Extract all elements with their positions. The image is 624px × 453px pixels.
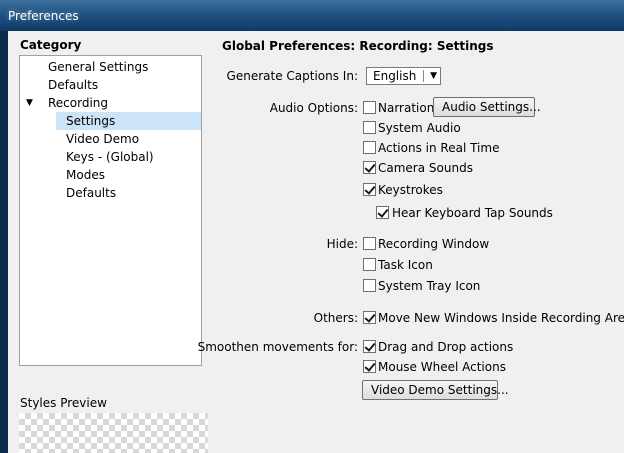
recording-window-label: Recording Window <box>378 237 490 251</box>
captions-language-select[interactable]: English ▼ <box>366 67 441 85</box>
tree-item-video-demo[interactable]: Video Demo <box>66 130 139 148</box>
system-audio-checkbox[interactable] <box>363 121 376 134</box>
task-icon-checkbox[interactable] <box>363 258 376 271</box>
category-tree: General Settings Defaults ▼ Recording Se… <box>19 55 202 366</box>
tree-item-recording[interactable]: Recording <box>48 94 108 112</box>
narration-checkbox[interactable] <box>363 101 376 114</box>
tree-item-recording-defaults[interactable]: Defaults <box>66 184 116 202</box>
move-new-windows-checkbox[interactable] <box>363 311 376 324</box>
select-divider <box>423 70 424 82</box>
tree-item-modes[interactable]: Modes <box>66 166 105 184</box>
title-bar[interactable]: Preferences <box>0 0 624 31</box>
keystrokes-checkbox[interactable] <box>363 183 376 196</box>
video-demo-settings-button[interactable]: Video Demo Settings... <box>362 380 509 400</box>
drag-drop-checkbox[interactable] <box>363 340 376 353</box>
page-heading: Global Preferences: Recording: Settings <box>222 39 494 53</box>
styles-preview-area <box>19 413 208 453</box>
hear-keyboard-tap-checkbox[interactable] <box>376 206 389 219</box>
expand-arrow-icon[interactable]: ▼ <box>26 94 33 112</box>
system-audio-label: System Audio <box>378 121 461 135</box>
audio-settings-button[interactable]: Audio Settings... <box>433 97 541 117</box>
tree-item-recording-settings[interactable]: Settings <box>56 112 201 130</box>
hear-keyboard-tap-label: Hear Keyboard Tap Sounds <box>392 206 553 220</box>
mouse-wheel-checkbox[interactable] <box>363 360 376 373</box>
tree-item-general-settings[interactable]: General Settings <box>48 58 148 76</box>
audio-options-label: Audio Options: <box>269 101 358 115</box>
preferences-dialog: Category General Settings Defaults ▼ Rec… <box>8 31 624 453</box>
others-label: Others: <box>313 311 358 325</box>
captions-label: Generate Captions In: <box>226 69 358 83</box>
recording-window-checkbox[interactable] <box>363 237 376 250</box>
hide-label: Hide: <box>326 237 358 251</box>
chevron-down-icon: ▼ <box>430 71 437 81</box>
styles-preview-label: Styles Preview <box>20 396 107 410</box>
captions-language-value: English <box>373 69 417 83</box>
actions-real-time-checkbox[interactable] <box>363 141 376 154</box>
camera-sounds-label: Camera Sounds <box>378 161 473 175</box>
category-label: Category <box>20 38 82 52</box>
system-tray-icon-label: System Tray Icon <box>378 279 481 293</box>
tree-item-keys-global[interactable]: Keys - (Global) <box>66 148 154 166</box>
tree-item-defaults[interactable]: Defaults <box>48 76 98 94</box>
narration-label: Narration <box>378 101 435 115</box>
system-tray-icon-checkbox[interactable] <box>363 279 376 292</box>
mouse-wheel-label: Mouse Wheel Actions <box>378 360 506 374</box>
keystrokes-label: Keystrokes <box>378 183 443 197</box>
move-new-windows-label: Move New Windows Inside Recording Area <box>378 311 624 325</box>
drag-drop-label: Drag and Drop actions <box>378 340 514 354</box>
camera-sounds-checkbox[interactable] <box>363 161 376 174</box>
task-icon-label: Task Icon <box>378 258 433 272</box>
smoothen-movements-label: Smoothen movements for: <box>197 340 358 354</box>
actions-real-time-label: Actions in Real Time <box>378 141 500 155</box>
window-title: Preferences <box>8 9 79 23</box>
